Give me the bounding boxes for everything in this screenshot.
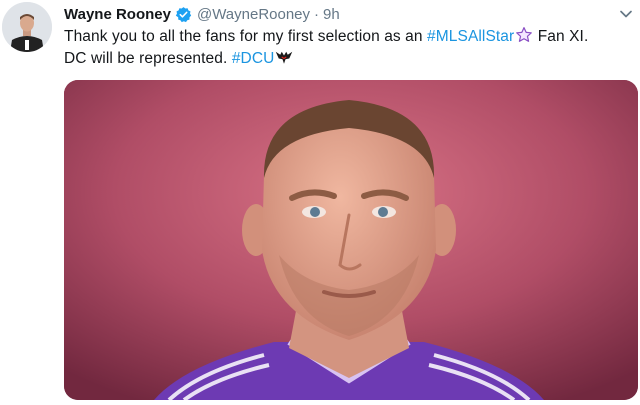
avatar-image [2,2,52,52]
header-separator: · [314,5,320,23]
avatar[interactable] [2,2,52,52]
tweet-text-line-1: Thank you to all the fans for my first s… [64,26,640,48]
verified-badge-icon [175,6,192,23]
hashtag-dcu[interactable]: #DCU [232,50,275,67]
star-emoji-icon [515,26,533,44]
tweet-photo[interactable] [64,80,638,400]
chevron-down-icon[interactable] [618,6,634,22]
tweet-text-line-2: DC will be represented. #DCU [64,48,640,70]
tweet-text-segment-2: Fan XI. [533,28,589,45]
hashtag-mlsallstar[interactable]: #MLSAllStar [427,28,514,45]
dc-united-eagle-icon [275,48,293,66]
author-handle[interactable]: @WayneRooney [197,6,310,23]
timestamp[interactable]: 9h [323,6,340,23]
author-name[interactable]: Wayne Rooney [64,6,171,23]
tweet-text-segment-1: Thank you to all the fans for my first s… [64,28,423,45]
tweet-text-segment-3: DC will be represented. [64,50,228,67]
player-portrait-image [64,80,638,400]
tweet-header: Wayne Rooney @WayneRooney · 9h [64,4,340,24]
tweet-text: Thank you to all the fans for my first s… [64,26,640,70]
tweet: Wayne Rooney @WayneRooney · 9h Thank you… [0,0,640,405]
